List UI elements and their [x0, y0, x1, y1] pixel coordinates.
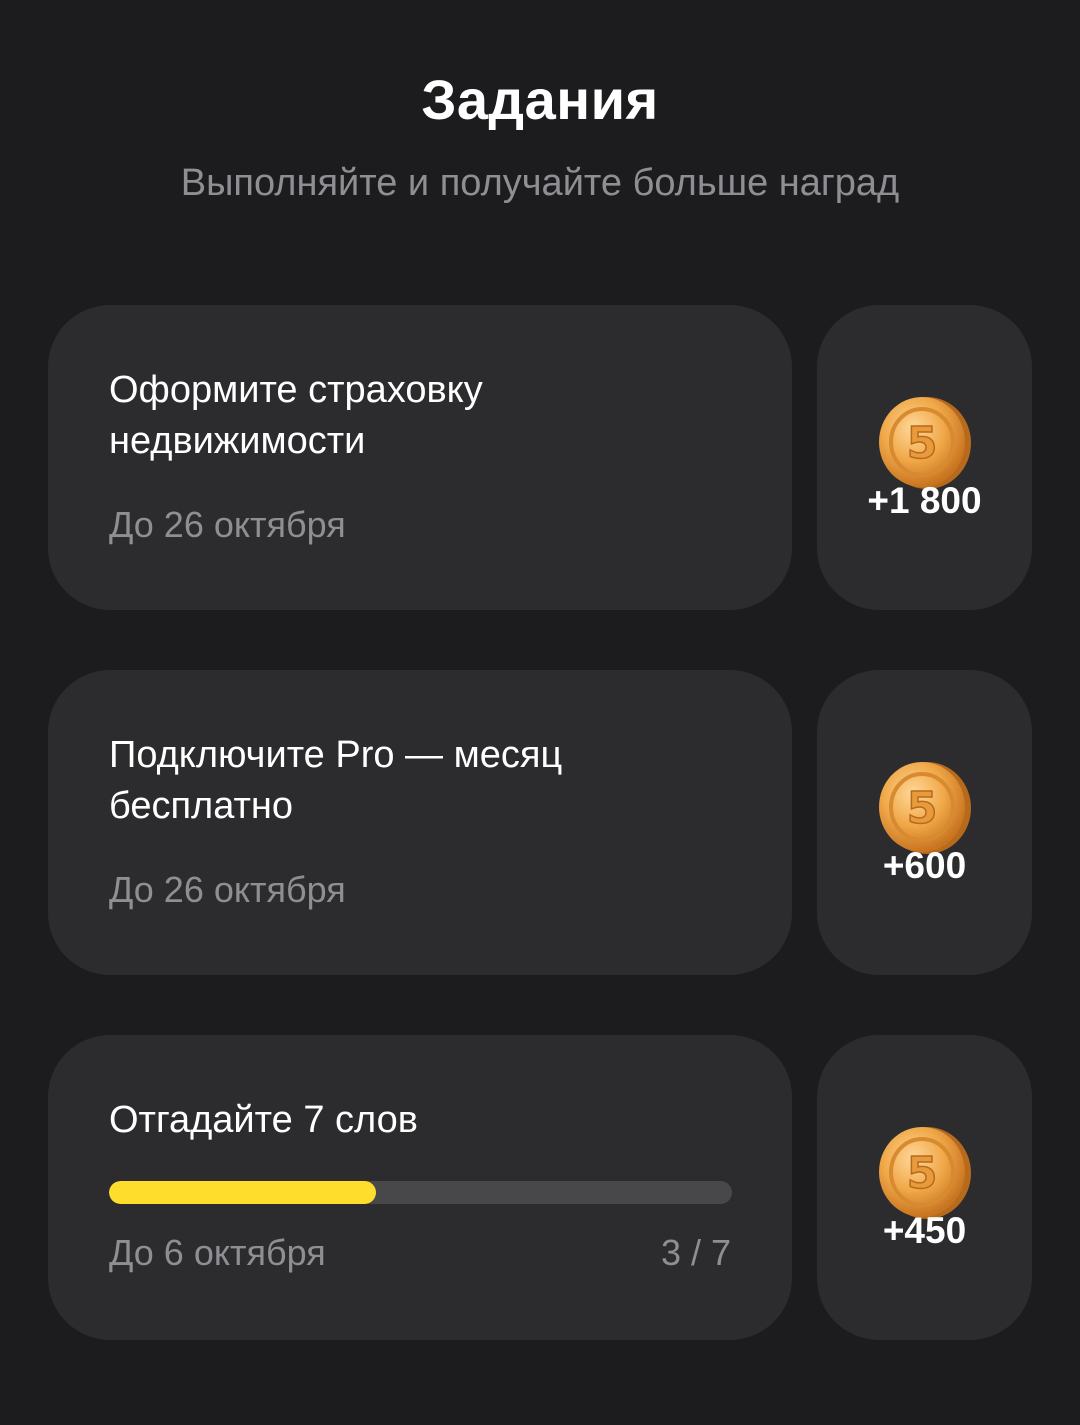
page-subtitle: Выполняйте и получайте больше наград — [180, 162, 900, 204]
svg-text:5: 5 — [907, 783, 938, 834]
task-deadline: До 26 октября — [109, 869, 346, 910]
task-item-words: Отгадайте 7 слов До 6 октября 3 / 7 5 +4… — [48, 1035, 1032, 1340]
page-title: Задания — [421, 68, 659, 131]
reward-card[interactable]: 5 +1 800 — [817, 305, 1032, 610]
task-card[interactable]: Оформите страховку недвижимости До 26 ок… — [48, 305, 792, 610]
task-item-pro: Подключите Pro — месяц бесплатно До 26 о… — [48, 670, 1032, 975]
reward-amount: +1 800 — [867, 480, 982, 521]
reward-amount: +450 — [882, 1210, 967, 1251]
svg-text:5: 5 — [907, 418, 938, 469]
task-item-insurance: Оформите страховку недвижимости До 26 ок… — [48, 305, 1032, 610]
progress-count: 3 / 7 — [660, 1232, 731, 1273]
coin-5-icon: 5 — [879, 762, 971, 854]
coin-5-icon: 5 — [879, 1127, 971, 1219]
task-title: Оформите страховку недвижимости — [109, 369, 483, 462]
progress-bar-fill — [109, 1181, 376, 1204]
reward-card[interactable]: 5 +600 — [817, 670, 1032, 975]
task-deadline: До 26 октября — [109, 504, 346, 545]
svg-text:5: 5 — [907, 1148, 938, 1199]
task-deadline: До 6 октября — [109, 1232, 326, 1273]
task-title: Подключите Pro — месяц бесплатно — [109, 734, 563, 827]
task-title: Отгадайте 7 слов — [109, 1099, 418, 1141]
reward-card[interactable]: 5 +450 — [817, 1035, 1032, 1340]
reward-amount: +600 — [882, 845, 967, 886]
progress-bar — [109, 1181, 732, 1204]
task-card[interactable]: Отгадайте 7 слов До 6 октября 3 / 7 — [48, 1035, 792, 1340]
task-card[interactable]: Подключите Pro — месяц бесплатно До 26 о… — [48, 670, 792, 975]
coin-5-icon: 5 — [879, 397, 971, 489]
